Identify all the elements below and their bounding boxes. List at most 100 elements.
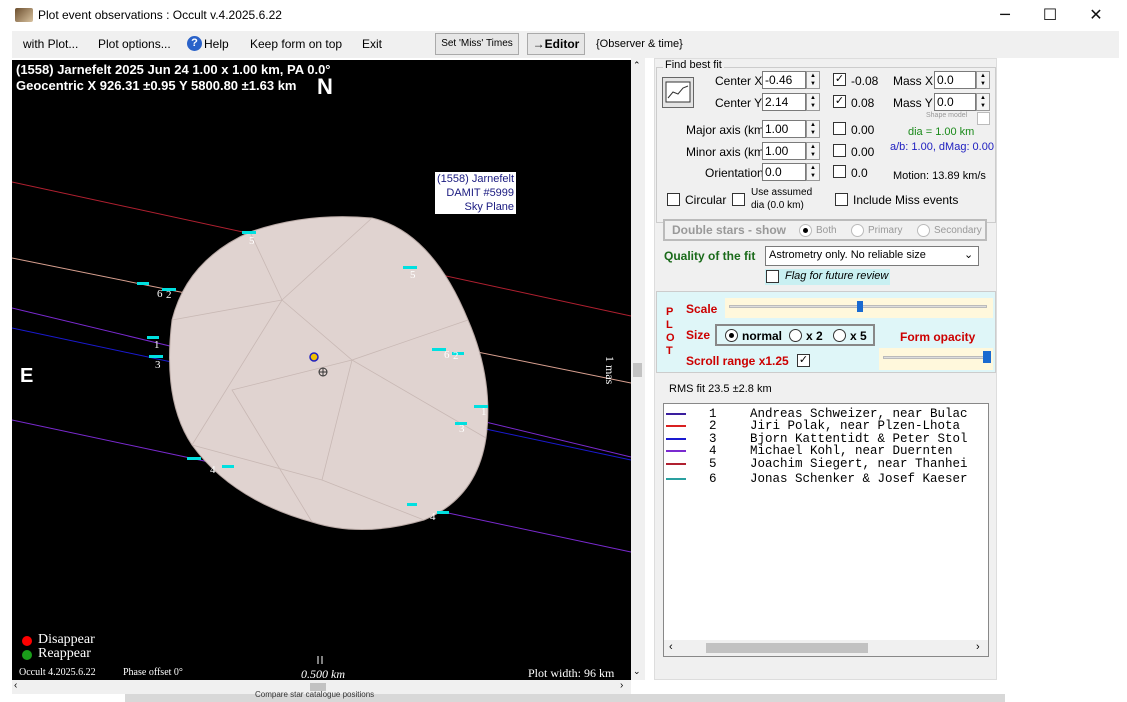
- center-x-fit-checkbox[interactable]: ✓: [833, 73, 846, 86]
- mass-x-input[interactable]: 0.0: [934, 71, 976, 89]
- orientation-fit-checkbox[interactable]: [833, 165, 846, 178]
- major-axis-fit-checkbox[interactable]: [833, 122, 846, 135]
- orientation-input[interactable]: 0.0: [762, 163, 806, 181]
- scale-slider-thumb[interactable]: [857, 301, 863, 312]
- legend-reappear: Reappear: [38, 646, 91, 661]
- opacity-slider-thumb[interactable]: [982, 351, 991, 363]
- quality-select[interactable]: Astrometry only. No reliable size ⌄: [765, 246, 979, 266]
- circular-checkbox[interactable]: [667, 193, 680, 206]
- double-stars-secondary-radio[interactable]: [917, 224, 930, 237]
- size-x5-radio[interactable]: [833, 329, 846, 342]
- center-x-spinner[interactable]: ▲ ▼: [806, 71, 820, 89]
- mass-x-spinner[interactable]: ▲ ▼: [976, 71, 990, 89]
- model-label-plane: Sky Plane: [464, 201, 515, 213]
- double-stars-both-label: Both: [816, 225, 837, 236]
- svg-text:5: 5: [410, 269, 416, 281]
- major-axis-spinner[interactable]: ▲ ▼: [806, 120, 820, 138]
- center-y-spinner[interactable]: ▲ ▼: [806, 93, 820, 111]
- plot-vertical-scrollbar[interactable]: ⌃ ⌄: [631, 58, 645, 680]
- plot-header-line1: (1558) Jarnefelt 2025 Jun 24 1.00 x 1.00…: [16, 62, 331, 77]
- menu-exit[interactable]: Exit: [362, 37, 382, 51]
- chevron-down-icon: ⌄: [964, 249, 974, 261]
- center-y-input[interactable]: 2.14: [762, 93, 806, 111]
- flag-review-row: Flag for future review: [765, 269, 890, 285]
- list-scroll-right-icon[interactable]: ›: [976, 641, 980, 653]
- scroll-right-icon[interactable]: ›: [620, 680, 623, 691]
- list-scroll-thumb[interactable]: [706, 643, 868, 653]
- mass-y-label: Mass Y: [893, 96, 933, 110]
- include-miss-checkbox[interactable]: [835, 193, 848, 206]
- quality-select-value: Astrometry only. No reliable size: [769, 249, 926, 261]
- observer-color-swatch: [666, 413, 686, 415]
- list-horizontal-scrollbar[interactable]: ‹ ›: [664, 640, 988, 656]
- shape-model-checkbox[interactable]: [977, 112, 990, 125]
- size-normal-radio[interactable]: [725, 329, 738, 342]
- minimize-button[interactable]: ─: [985, 4, 1025, 26]
- scale-bar-label: 0.500 km: [301, 667, 345, 680]
- plot-controls-group: P L O T Scale Size normal x 2 x 5 Form o…: [656, 291, 996, 373]
- scroll-up-icon[interactable]: ⌃: [633, 60, 641, 71]
- minor-axis-uncertainty: 0.00: [851, 145, 875, 159]
- plot-svg: 55 62 13 62 13 44: [12, 181, 631, 664]
- scroll-range-checkbox[interactable]: ✓: [797, 354, 810, 367]
- observer-number: 5: [709, 456, 717, 471]
- fit-panel: Find best fit Center X -0.46 ▲ ▼ ✓ -0.08 …: [654, 58, 997, 680]
- minor-axis-input[interactable]: 1.00: [762, 142, 806, 160]
- menu-plot-options[interactable]: Plot options...: [98, 37, 171, 51]
- diameter-readout: dia = 1.00 km: [908, 126, 975, 138]
- double-stars-label: Double stars - show: [672, 223, 787, 237]
- major-axis-input[interactable]: 1.00: [762, 120, 806, 138]
- set-miss-times-button[interactable]: Set 'Miss' Times: [435, 33, 519, 55]
- find-fit-button[interactable]: [662, 77, 694, 108]
- menu-with-plot[interactable]: with Plot...: [23, 37, 78, 51]
- plot-canvas[interactable]: 55 62 13 62 13 44 (1558) Jarnefelt 2025 …: [12, 60, 631, 680]
- scroll-left-icon[interactable]: ‹: [14, 680, 17, 691]
- svg-text:4: 4: [210, 464, 216, 476]
- maximize-button[interactable]: ☐: [1030, 4, 1070, 26]
- plot-vertical-letters: P L O T: [666, 306, 675, 358]
- reappear-dot: [22, 650, 32, 660]
- center-x-input[interactable]: -0.46: [762, 71, 806, 89]
- rms-fit-readout: RMS fit 23.5 ±2.8 km: [669, 383, 772, 395]
- double-stars-both-radio[interactable]: [799, 224, 812, 237]
- center-x-label: Center X: [715, 74, 763, 88]
- shape-model-label: (1558) Jarnefelt DAMIT #5999 Sky Plane: [435, 172, 517, 214]
- phase-offset-label: Phase offset 0°: [123, 667, 183, 678]
- center-y-fit-checkbox[interactable]: ✓: [833, 95, 846, 108]
- flag-review-checkbox[interactable]: [766, 270, 779, 283]
- orientation-spinner[interactable]: ▲ ▼: [806, 163, 820, 181]
- svg-text:2: 2: [453, 350, 459, 362]
- east-label: E: [20, 365, 34, 387]
- scroll-range-label: Scroll range x1.25: [686, 354, 789, 368]
- scroll-down-icon[interactable]: ⌄: [633, 666, 641, 677]
- svg-text:1: 1: [481, 406, 487, 418]
- observer-number: 6: [709, 472, 717, 486]
- background-window-strip: Compare star catalogue positions: [125, 690, 1005, 702]
- mass-x-label: Mass X: [893, 74, 934, 88]
- mass-y-input[interactable]: 0.0: [934, 93, 976, 111]
- form-opacity-slider[interactable]: [879, 348, 993, 370]
- center-y-uncertainty: 0.08: [851, 96, 875, 110]
- size-x2-radio[interactable]: [789, 329, 802, 342]
- menu-help[interactable]: Help: [204, 37, 229, 51]
- svg-text:6: 6: [157, 288, 163, 300]
- list-scroll-left-icon[interactable]: ‹: [669, 641, 673, 653]
- double-stars-primary-label: Primary: [868, 225, 903, 236]
- use-assumed-checkbox[interactable]: [732, 193, 745, 206]
- scale-slider[interactable]: [725, 298, 993, 318]
- double-stars-primary-radio[interactable]: [851, 224, 864, 237]
- plot-header-line2: Geocentric X 926.31 ±0.95 Y 5800.80 ±1.6…: [16, 78, 297, 93]
- observer-list[interactable]: 1 Andreas Schweizer, near Bulac 2 Jiri Pola…: [663, 403, 989, 657]
- editor-button[interactable]: →Editor: [527, 33, 585, 55]
- close-button[interactable]: ✕: [1076, 4, 1116, 26]
- help-icon[interactable]: ?: [187, 36, 202, 51]
- size-normal-label: normal: [742, 329, 783, 343]
- vertical-scroll-thumb[interactable]: [633, 363, 642, 377]
- observer-time-link[interactable]: {Observer & time}: [596, 38, 683, 50]
- minor-axis-fit-checkbox[interactable]: [833, 144, 846, 157]
- window-title: Plot event observations : Occult v.4.202…: [38, 8, 282, 22]
- mass-y-spinner[interactable]: ▲ ▼: [976, 93, 990, 111]
- minor-axis-spinner[interactable]: ▲ ▼: [806, 142, 820, 160]
- center-x-uncertainty: -0.08: [851, 74, 879, 88]
- menu-keep-on-top[interactable]: Keep form on top: [250, 37, 342, 51]
